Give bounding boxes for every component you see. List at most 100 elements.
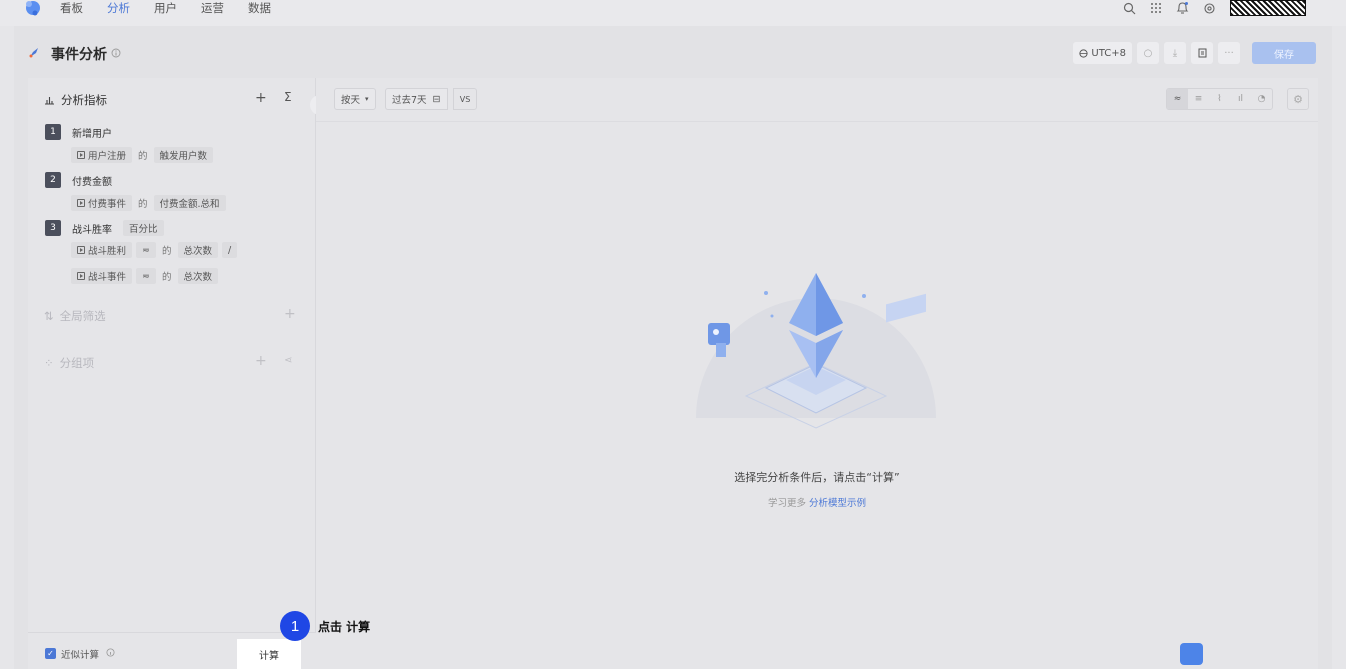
metric-index: 1 [45, 124, 61, 140]
approx-label: 近似计算 [61, 650, 100, 661]
line-chart-icon[interactable]: ≈ [1167, 89, 1188, 109]
top-right-actions [1123, 0, 1306, 16]
measure-chip[interactable]: 总次数 [177, 242, 219, 258]
connector-text: 的 [161, 272, 172, 283]
format-chip[interactable]: 百分比 [123, 220, 164, 236]
metric-item[interactable]: 3 战斗胜率 百分比 [45, 220, 164, 236]
more-icon: ··· [1224, 47, 1234, 59]
timezone-button[interactable]: UTC+8 [1073, 42, 1132, 64]
chevron-down-icon: ▾ [365, 95, 369, 103]
settings-icon[interactable] [1203, 2, 1216, 15]
search-icon[interactable] [1123, 2, 1136, 15]
add-group-icon[interactable]: + [255, 353, 267, 369]
event-chip[interactable]: 战斗胜利 [71, 242, 133, 258]
share-icon[interactable]: ⋖ [284, 355, 292, 366]
metric-definition-row: 战斗事件 ≂ 的 总次数 [71, 268, 219, 284]
event-chip[interactable]: 战斗事件 [71, 268, 133, 284]
metrics-section-header: 分析指标 [44, 92, 107, 108]
event-chip[interactable]: 用户注册 [71, 147, 133, 163]
global-filter-header: ⇅ 全局筛选 [44, 308, 106, 324]
empty-state-illustration [696, 273, 936, 429]
compare-button[interactable]: VS [453, 88, 477, 110]
main-menu: 看板 分析 用户 运营 数据 [60, 0, 295, 16]
chart-settings-button[interactable]: ⚙ [1287, 88, 1309, 110]
event-label: 用户注册 [88, 151, 127, 162]
assistant-bot-icon[interactable] [1180, 643, 1203, 665]
granularity-select[interactable]: 按天 ▾ [334, 88, 376, 110]
metric-item[interactable]: 1 新增用户 [45, 124, 112, 140]
add-metric-icon[interactable]: + [255, 90, 267, 106]
bell-icon[interactable] [1176, 1, 1189, 15]
sigma-icon[interactable]: Σ [284, 90, 292, 104]
event-chip[interactable]: 付费事件 [71, 195, 133, 211]
empty-state-message: 选择完分析条件后，请点击“计算” [734, 471, 900, 484]
main-content: 事件分析 UTC+8 ○ ⤓ ··· 保存 分析指标 + Σ 1 新增用户 用户… [14, 26, 1332, 669]
calculate-button[interactable]: 计算 [237, 639, 301, 669]
event-label: 战斗事件 [88, 272, 127, 283]
event-icon [77, 199, 85, 207]
metrics-header-label: 分析指标 [61, 93, 107, 107]
model-examples-link[interactable]: 分析模型示例 [809, 498, 866, 509]
filter-icon[interactable]: ≂ [136, 242, 156, 258]
more-button[interactable]: ··· [1218, 42, 1240, 64]
measure-chip[interactable]: 总次数 [177, 268, 219, 284]
nav-item-data[interactable]: 数据 [248, 0, 271, 16]
metric-definition-row: 用户注册 的 触发用户数 [71, 147, 214, 163]
metric-name[interactable]: 新增用户 [72, 125, 112, 140]
rocket-icon [29, 48, 38, 58]
download-button[interactable]: ⤓ [1164, 42, 1186, 64]
download-icon: ⤓ [1172, 47, 1178, 59]
date-range-picker[interactable]: 过去7天 ⊟ [385, 88, 448, 110]
group-by-header: ⁘ 分组项 [44, 355, 94, 371]
event-label: 战斗胜利 [88, 246, 127, 257]
measure-chip[interactable]: 触发用户数 [153, 147, 214, 163]
operator-chip[interactable]: / [222, 242, 238, 258]
nav-item-analysis[interactable]: 分析 [107, 0, 130, 16]
area-chart-icon[interactable]: ⌇ [1209, 89, 1230, 109]
add-filter-icon[interactable]: + [284, 306, 296, 322]
event-icon [77, 272, 85, 280]
page-title: 事件分析 [51, 47, 107, 63]
connector-text: 的 [161, 246, 172, 257]
bar-chart-icon[interactable]: ıl [1230, 89, 1251, 109]
empty-state-subtext: 学习更多 分析模型示例 [316, 495, 1318, 509]
event-icon [77, 151, 85, 159]
globe-icon [1079, 48, 1089, 58]
logo-icon[interactable] [22, 0, 42, 18]
group-by-label: 分组项 [59, 356, 95, 370]
approx-checkbox[interactable]: ✓ [45, 648, 56, 659]
metrics-icon [45, 96, 54, 105]
filter-sort-icon: ⇅ [44, 309, 54, 323]
event-label: 付费事件 [88, 199, 127, 210]
save-button[interactable]: 保存 [1252, 42, 1316, 64]
user-avatar[interactable] [1230, 0, 1306, 16]
filter-icon[interactable]: ≂ [136, 268, 156, 284]
info-icon[interactable] [106, 648, 115, 657]
apps-grid-icon[interactable] [1150, 2, 1162, 14]
learn-more-text: 学习更多 [767, 498, 806, 509]
config-panel: 分析指标 + Σ 1 新增用户 用户注册 的 触发用户数 2 付费金额 付费事件… [28, 78, 330, 669]
metric-item[interactable]: 2 付费金额 [45, 172, 112, 188]
document-icon [1198, 48, 1206, 58]
nav-item-dashboard[interactable]: 看板 [60, 0, 83, 16]
refresh-button[interactable]: ○ [1137, 42, 1159, 64]
metric-name[interactable]: 战斗胜率 [72, 221, 112, 236]
pie-chart-icon[interactable]: ◔ [1251, 89, 1272, 109]
granularity-value: 按天 [341, 95, 361, 106]
nav-item-users[interactable]: 用户 [154, 0, 177, 16]
measure-chip[interactable]: 付费金额.总和 [153, 195, 226, 211]
top-nav: 看板 分析 用户 运营 数据 [0, 0, 1346, 26]
metric-index: 3 [45, 220, 61, 236]
table-chart-icon[interactable]: ≡ [1188, 89, 1209, 109]
title-row: 事件分析 UTC+8 ○ ⤓ ··· 保存 [14, 26, 1332, 78]
info-icon[interactable] [111, 48, 121, 58]
result-panel: 按天 ▾ 过去7天 ⊟ VS ≈ ≡ ⌇ ıl ◔ ⚙ 选择完分析条件后，请点击… [316, 78, 1318, 669]
calendar-icon: ⊟ [432, 93, 441, 105]
group-icon: ⁘ [44, 356, 54, 370]
step-marker: 1 [280, 611, 310, 641]
metric-name[interactable]: 付费金额 [72, 173, 112, 188]
nav-item-operations[interactable]: 运营 [201, 0, 224, 16]
metric-index: 2 [45, 172, 61, 188]
metric-definition-row: 付费事件 的 付费金额.总和 [71, 195, 226, 211]
report-button[interactable] [1191, 42, 1213, 64]
